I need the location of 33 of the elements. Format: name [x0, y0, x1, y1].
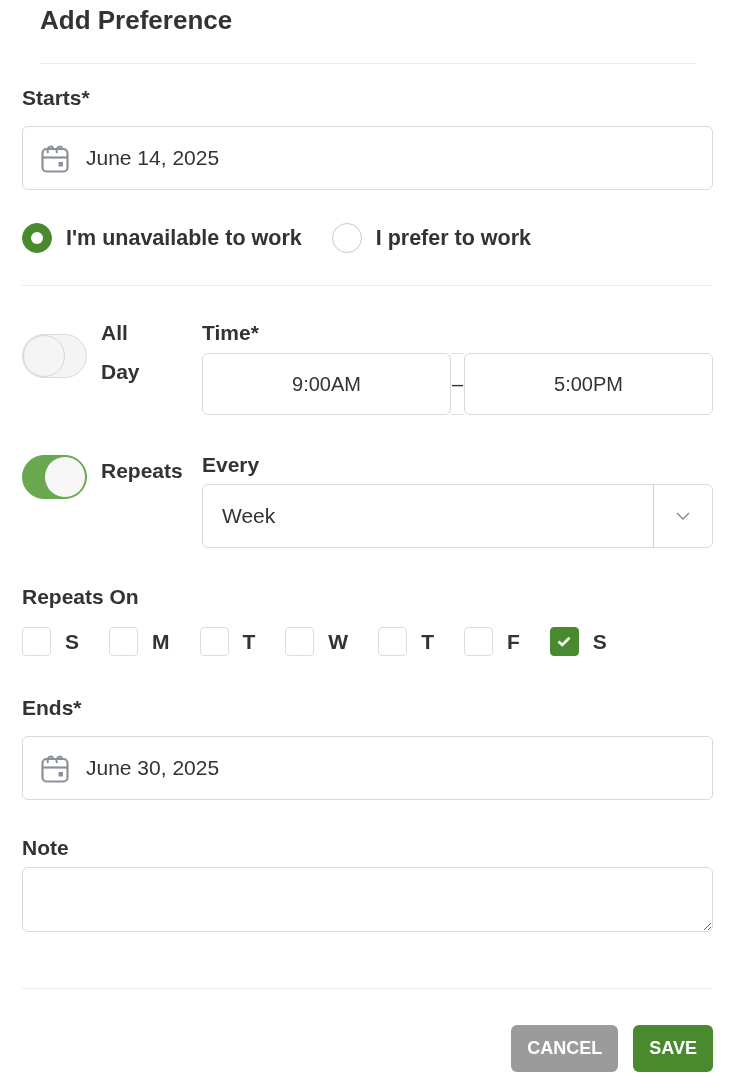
- toggle-label: Repeats: [101, 458, 183, 484]
- time-field[interactable]: 5:00PM: [464, 353, 713, 415]
- chevron-down-icon: [676, 512, 690, 520]
- radio-label: I prefer to work: [375, 225, 531, 252]
- radio-label: I'm unavailable to work: [66, 225, 302, 252]
- day-label: T: [242, 629, 256, 655]
- select-field[interactable]: Week: [202, 484, 713, 548]
- check-icon: [557, 636, 572, 647]
- day-label: T: [421, 629, 434, 655]
- time-field[interactable]: 9:00AM: [202, 353, 451, 415]
- field-label: Note: [22, 836, 69, 860]
- date-field[interactable]: June 14, 2025: [22, 126, 713, 190]
- field-label: Ends*: [22, 696, 82, 720]
- dialog-title: Add Preference: [40, 4, 233, 37]
- field-label: Repeats On: [22, 585, 139, 609]
- radio-button[interactable]: [22, 223, 52, 253]
- note-field[interactable]: [22, 867, 713, 932]
- calendar-icon: [41, 143, 69, 173]
- save-button[interactable]: SAVE: [633, 1025, 713, 1072]
- day-label: W: [328, 629, 349, 655]
- day-label: S: [592, 629, 607, 655]
- radio-button[interactable]: [331, 223, 362, 253]
- field-label: Time*: [202, 321, 259, 345]
- checkbox[interactable]: [549, 627, 579, 656]
- date-field[interactable]: June 30, 2025: [22, 736, 713, 800]
- day-label: F: [507, 629, 520, 655]
- toggle-label: All Day: [101, 320, 140, 385]
- field-label: Every: [202, 453, 260, 477]
- calendar-icon: [41, 753, 69, 783]
- day-label: S: [65, 629, 79, 655]
- day-label: M: [152, 629, 170, 655]
- toggle-switch[interactable]: [22, 455, 87, 499]
- field-label: Starts*: [22, 86, 90, 110]
